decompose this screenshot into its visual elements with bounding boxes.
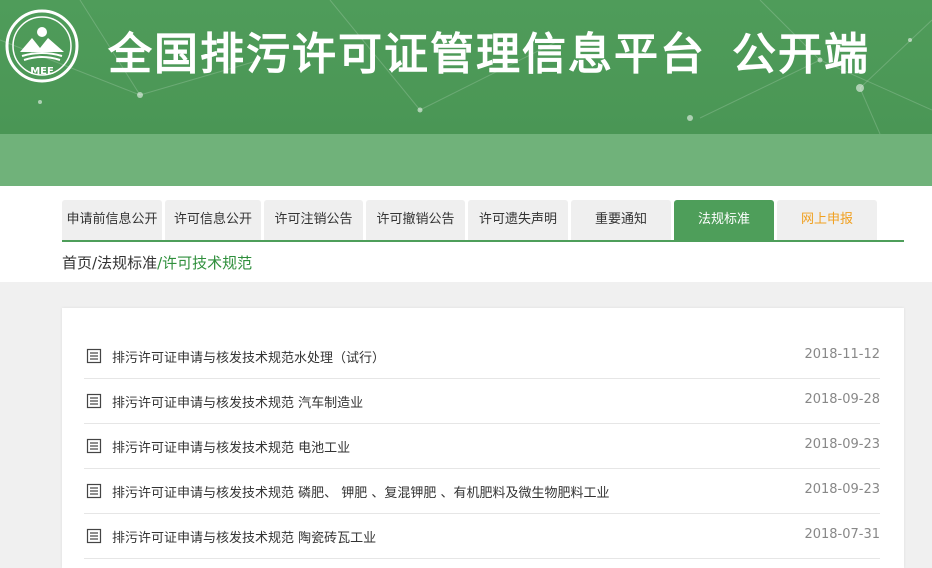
document-icon: [86, 393, 102, 409]
document-title[interactable]: 排污许可证申请与核发技术规范 磷肥、 钾肥 、复混钾肥 、有机肥料及微生物肥料工…: [112, 482, 610, 501]
site-title-suffix: 公开端: [732, 29, 870, 80]
document-panel: 排污许可证申请与核发技术规范水处理（试行） 2018-11-12 排污许可证申请…: [62, 308, 904, 568]
breadcrumb-section[interactable]: 法规标准: [97, 254, 157, 272]
document-title[interactable]: 排污许可证申请与核发技术规范 汽车制造业: [112, 392, 363, 411]
document-date: 2018-11-12: [804, 347, 880, 362]
document-date: 2018-09-23: [804, 482, 880, 497]
document-list: 排污许可证申请与核发技术规范水处理（试行） 2018-11-12 排污许可证申请…: [84, 334, 880, 559]
breadcrumb-current: /许可技术规范: [157, 254, 253, 272]
tab-permit-revocation[interactable]: 许可撤销公告: [366, 200, 465, 240]
tab-important-notice[interactable]: 重要通知: [571, 200, 671, 240]
tab-online-report[interactable]: 网上申报: [777, 200, 877, 240]
document-title[interactable]: 排污许可证申请与核发技术规范 陶瓷砖瓦工业: [112, 527, 376, 546]
site-title: 全国排污许可证管理信息平台 公开端: [108, 18, 870, 82]
list-item[interactable]: 排污许可证申请与核发技术规范 电池工业 2018-09-23: [84, 424, 880, 469]
tab-permit-loss-statement[interactable]: 许可遗失声明: [468, 200, 568, 240]
document-title[interactable]: 排污许可证申请与核发技术规范 电池工业: [112, 437, 350, 456]
document-icon: [86, 438, 102, 454]
breadcrumb: 首页/法规标准/许可技术规范: [62, 252, 252, 273]
tab-regulations-standards[interactable]: 法规标准: [674, 200, 774, 240]
list-item[interactable]: 排污许可证申请与核发技术规范 陶瓷砖瓦工业 2018-07-31: [84, 514, 880, 559]
document-title[interactable]: 排污许可证申请与核发技术规范水处理（试行）: [112, 347, 385, 366]
nav-area: 申请前信息公开 许可信息公开 许可注销公告 许可撤销公告 许可遗失声明 重要通知…: [0, 186, 932, 282]
nav-underline: [62, 240, 904, 242]
document-icon: [86, 528, 102, 544]
document-date: 2018-09-23: [804, 437, 880, 452]
breadcrumb-home[interactable]: 首页/: [62, 254, 97, 272]
header-sub-band: [0, 134, 932, 186]
document-icon: [86, 348, 102, 364]
document-date: 2018-07-31: [804, 527, 880, 542]
list-item[interactable]: 排污许可证申请与核发技术规范 磷肥、 钾肥 、复混钾肥 、有机肥料及微生物肥料工…: [84, 469, 880, 514]
main-nav: 申请前信息公开 许可信息公开 许可注销公告 许可撤销公告 许可遗失声明 重要通知…: [62, 200, 877, 240]
list-item[interactable]: 排污许可证申请与核发技术规范 汽车制造业 2018-09-28: [84, 379, 880, 424]
svg-text:MEE: MEE: [30, 66, 54, 77]
site-title-main: 全国排污许可证管理信息平台: [108, 29, 706, 80]
header-banner: MEE 全国排污许可证管理信息平台 公开端: [0, 0, 932, 134]
tab-permit-info[interactable]: 许可信息公开: [165, 200, 261, 240]
mee-logo: MEE: [5, 9, 79, 83]
document-icon: [86, 483, 102, 499]
tab-pre-application-disclosure[interactable]: 申请前信息公开: [62, 200, 162, 240]
tab-permit-cancellation[interactable]: 许可注销公告: [264, 200, 363, 240]
document-date: 2018-09-28: [804, 392, 880, 407]
list-item[interactable]: 排污许可证申请与核发技术规范水处理（试行） 2018-11-12: [84, 334, 880, 379]
